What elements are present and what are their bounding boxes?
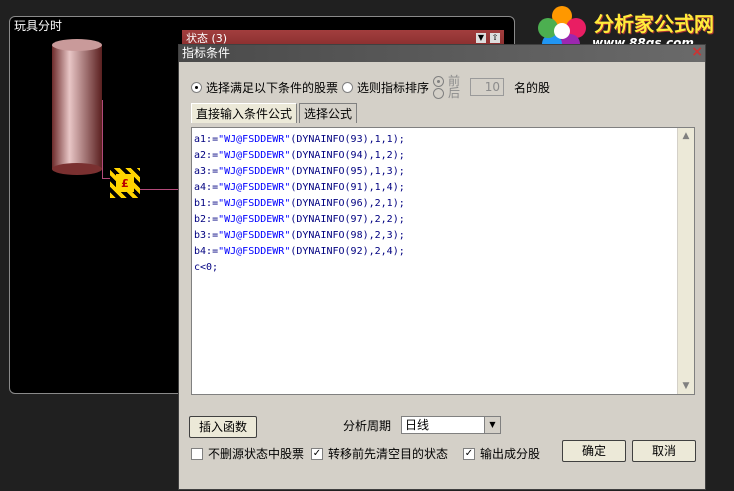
formula-var: b4: [194, 246, 207, 257]
formula-args: (DYNAINFO(91),1,4);: [290, 182, 405, 193]
formula-string: "WJ@FSDDEWR": [218, 134, 291, 145]
ok-button[interactable]: 确定: [562, 440, 626, 462]
chevron-down-icon[interactable]: ▼: [484, 417, 500, 433]
formula-line: b3:="WJ@FSDDEWR"(DYNAINFO(98),2,3);: [194, 230, 405, 241]
formula-var: b3: [194, 230, 207, 241]
formula-string: "WJ@FSDDEWR": [218, 182, 291, 193]
canvas-title: 玩具分时: [14, 19, 63, 33]
formula-line: b1:="WJ@FSDDEWR"(DYNAINFO(96),2,1);: [194, 198, 405, 209]
checkbox-output-constituents-box[interactable]: ✓: [463, 447, 475, 460]
formula-args: (DYNAINFO(92),2,4);: [290, 246, 405, 257]
formula-var: b1: [194, 198, 207, 209]
dialog-title: 指标条件: [182, 46, 231, 60]
checkbox-keep-source-label: 不删源状态中股票: [208, 447, 305, 461]
formula-string: "WJ@FSDDEWR": [218, 246, 291, 257]
checkbox-output-constituents-label: 输出成分股: [480, 447, 541, 461]
indicator-condition-dialog: 指标条件 × 选择满足以下条件的股票 选则指标排序 前 后 10 名的股 直接输…: [178, 44, 706, 490]
formula-string: "WJ@FSDDEWR": [218, 166, 291, 177]
checkbox-keep-source[interactable]: 不删源状态中股票: [191, 445, 304, 462]
formula-string: "WJ@FSDDEWR": [218, 150, 291, 161]
order-back-label: 后: [448, 86, 461, 100]
formula-editor[interactable]: a1:="WJ@FSDDEWR"(DYNAINFO(93),1,1); a2:="…: [191, 127, 695, 395]
radio-order-front[interactable]: [433, 75, 445, 87]
tab-select-formula[interactable]: 选择公式: [299, 103, 358, 123]
period-select[interactable]: 日线 ▼: [401, 416, 501, 434]
rank-count-suffix: 名的股: [514, 80, 551, 95]
dropdown-icon[interactable]: ▼: [476, 33, 486, 43]
formula-args: (DYNAINFO(94),1,2);: [290, 150, 405, 161]
formula-args: (DYNAINFO(93),1,1);: [290, 134, 405, 145]
formula-line: a2:="WJ@FSDDEWR"(DYNAINFO(94),1,2);: [194, 150, 405, 161]
radio-ranking[interactable]: [342, 81, 354, 93]
formula-args: (DYNAINFO(95),1,3);: [290, 166, 405, 177]
logo-title: 分析家公式网: [594, 12, 714, 36]
connector-line: [140, 189, 180, 190]
scroll-up-icon[interactable]: ▲: [678, 128, 694, 144]
dialog-titlebar[interactable]: 指标条件 ×: [179, 44, 705, 62]
period-value: 日线: [405, 418, 430, 432]
rank-count-input[interactable]: 10: [470, 78, 505, 96]
tab-direct-input[interactable]: 直接输入条件公式: [191, 103, 298, 123]
close-icon[interactable]: ×: [691, 44, 703, 61]
cancel-button[interactable]: 取消: [632, 440, 696, 462]
formula-tabs: 直接输入条件公式 选择公式: [191, 103, 359, 123]
radio-conditions-label[interactable]: 选择满足以下条件的股票: [206, 79, 338, 96]
insert-function-button[interactable]: 插入函数: [189, 416, 257, 438]
formula-line: b2:="WJ@FSDDEWR"(DYNAINFO(97),2,2);: [194, 214, 405, 225]
radio-ranking-label[interactable]: 选则指标排序: [357, 79, 429, 96]
formula-string: "WJ@FSDDEWR": [218, 230, 291, 241]
formula-string: "WJ@FSDDEWR": [218, 198, 291, 209]
checkbox-output-constituents[interactable]: ✓ 输出成分股: [463, 445, 540, 462]
formula-var: a3: [194, 166, 207, 177]
connector-line: [102, 100, 103, 178]
formula-line: a3:="WJ@FSDDEWR"(DYNAINFO(95),1,3);: [194, 166, 405, 177]
formula-args: (DYNAINFO(96),2,1);: [290, 198, 405, 209]
order-group: 前 后: [433, 75, 460, 99]
up-arrow-icon[interactable]: ⇧: [490, 33, 500, 43]
formula-line: a1:="WJ@FSDDEWR"(DYNAINFO(93),1,1);: [194, 134, 405, 145]
checkbox-clear-target-label: 转移前先清空目的状态: [328, 447, 449, 461]
formula-var: b2: [194, 214, 207, 225]
formula-args: (DYNAINFO(98),2,3);: [290, 230, 405, 241]
checkbox-clear-target-box[interactable]: ✓: [311, 447, 323, 460]
radio-conditions[interactable]: [191, 81, 202, 93]
radio-order-back[interactable]: [433, 87, 445, 99]
formula-args: (DYNAINFO(97),2,2);: [290, 214, 405, 225]
editor-scrollbar[interactable]: ▲ ▼: [677, 128, 694, 394]
mode-selector: 选择满足以下条件的股票 选则指标排序 前 后 10 名的股: [191, 75, 551, 99]
formula-string: "WJ@FSDDEWR": [218, 214, 291, 225]
checkbox-keep-source-box[interactable]: [191, 447, 203, 460]
formula-var: a4: [194, 182, 207, 193]
scroll-down-icon[interactable]: ▼: [678, 378, 694, 394]
period-label: 分析周期: [343, 419, 392, 433]
formula-line: a4:="WJ@FSDDEWR"(DYNAINFO(91),1,4);: [194, 182, 405, 193]
formula-line: b4:="WJ@FSDDEWR"(DYNAINFO(92),2,4);: [194, 246, 405, 257]
selected-node[interactable]: £: [110, 168, 140, 198]
cylinder-shape[interactable]: [52, 39, 102, 175]
formula-code[interactable]: a1:="WJ@FSDDEWR"(DYNAINFO(93),1,1); a2:="…: [194, 132, 405, 276]
checkbox-clear-target[interactable]: ✓ 转移前先清空目的状态: [311, 445, 448, 462]
formula-var: a2: [194, 150, 207, 161]
formula-var: a1: [194, 134, 207, 145]
formula-line: c<0;: [194, 262, 219, 273]
node-icon: £: [116, 174, 134, 192]
